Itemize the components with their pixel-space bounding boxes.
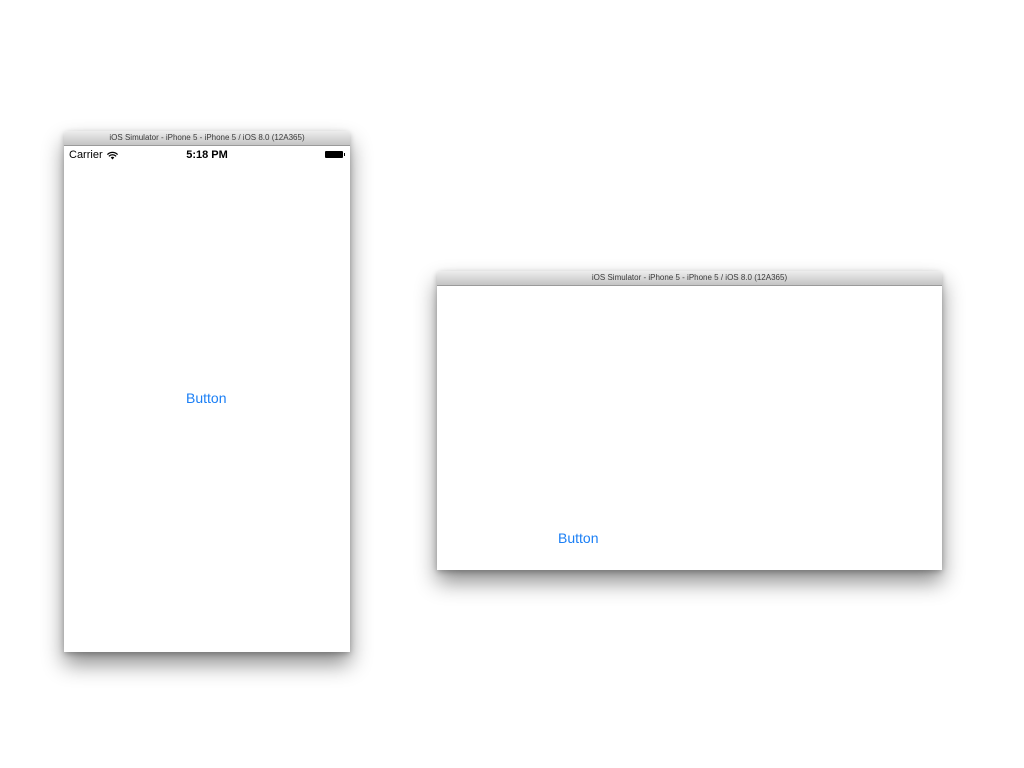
device-screen: Button [437, 286, 942, 570]
center-button[interactable]: Button [186, 390, 226, 406]
device-screen: Carrier 5:18 PM Button [64, 146, 350, 652]
battery-icon [325, 151, 345, 158]
battery-tip [343, 153, 345, 156]
status-bar: Carrier 5:18 PM [64, 146, 350, 163]
simulator-window-portrait: iOS Simulator - iPhone 5 - iPhone 5 / iO… [64, 131, 350, 652]
simulator-window-landscape: iOS Simulator - iPhone 5 - iPhone 5 / iO… [437, 271, 942, 570]
window-titlebar[interactable]: iOS Simulator - iPhone 5 - iPhone 5 / iO… [64, 131, 350, 146]
center-button[interactable]: Button [558, 530, 598, 546]
window-titlebar[interactable]: iOS Simulator - iPhone 5 - iPhone 5 / iO… [437, 271, 942, 286]
desktop-canvas: iOS Simulator - iPhone 5 - iPhone 5 / iO… [0, 0, 1024, 768]
status-time: 5:18 PM [186, 149, 228, 161]
battery-body [325, 151, 343, 158]
